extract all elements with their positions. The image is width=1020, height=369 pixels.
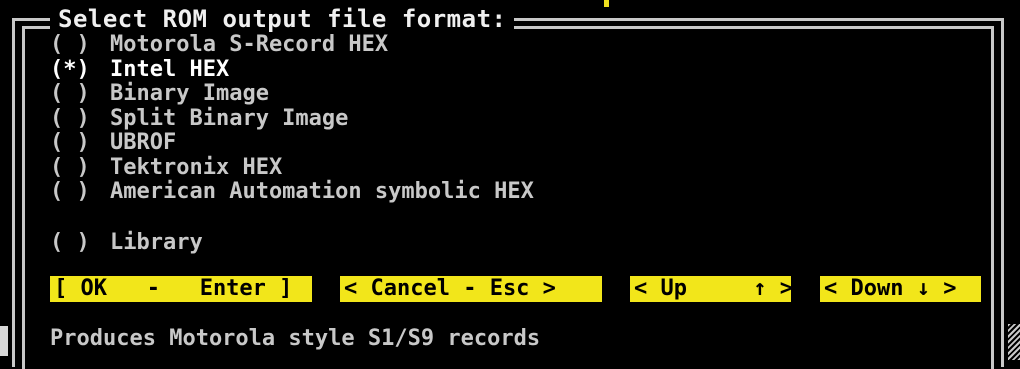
- radio-button[interactable]: ( ): [50, 131, 110, 155]
- option-label: Split Binary Image: [110, 105, 349, 131]
- radio-button[interactable]: ( ): [50, 33, 110, 57]
- option-label: Motorola S-Record HEX: [110, 32, 389, 58]
- ok-button-label: [ OK - Enter ]: [54, 276, 293, 301]
- option-american-automation-hex[interactable]: ( ) American Automation symbolic HEX: [50, 180, 534, 205]
- option-label: UBROF: [110, 130, 177, 156]
- option-label: Tektronix HEX: [110, 154, 283, 180]
- option-tektronix-hex[interactable]: ( ) Tektronix HEX: [50, 154, 534, 181]
- radio-button[interactable]: ( ): [50, 230, 110, 255]
- cancel-button[interactable]: < Cancel - Esc >: [340, 276, 602, 302]
- option-label: American Automation symbolic HEX: [110, 179, 534, 205]
- radio-button[interactable]: ( ): [50, 106, 110, 131]
- down-button-label: < Down ↓ >: [824, 276, 957, 301]
- up-button[interactable]: < Up ↑ >: [630, 276, 793, 302]
- radio-button[interactable]: ( ): [50, 82, 110, 106]
- down-button[interactable]: < Down ↓ >: [820, 276, 981, 302]
- option-ubrof[interactable]: ( ) UBROF: [50, 131, 534, 156]
- radio-button[interactable]: ( ): [50, 180, 110, 204]
- option-label: Intel HEX: [110, 56, 230, 82]
- option-split-binary-image[interactable]: ( ) Split Binary Image: [50, 105, 534, 132]
- cursor-mark: [604, 0, 609, 7]
- ok-button[interactable]: [ OK - Enter ]: [50, 276, 312, 302]
- option-binary-image[interactable]: ( ) Binary Image: [50, 82, 534, 107]
- up-button-label: < Up ↑ >: [634, 276, 793, 301]
- option-label: Library: [110, 229, 203, 255]
- status-hint: Produces Motorola style S1/S9 records: [50, 326, 541, 351]
- option-motorola-srecord[interactable]: ( ) Motorola S-Record HEX: [50, 33, 534, 58]
- radio-button[interactable]: ( ): [50, 155, 110, 180]
- left-edge-mark: [0, 326, 8, 356]
- scrollbar-thumb[interactable]: [1008, 324, 1020, 360]
- dialog-title: Select ROM output file format:: [50, 6, 515, 32]
- dos-screen: Select ROM output file format: ( ) Motor…: [0, 0, 1020, 369]
- radio-button-selected[interactable]: (*): [50, 57, 110, 82]
- cancel-button-label: < Cancel - Esc >: [344, 276, 556, 301]
- option-label: Binary Image: [110, 81, 269, 107]
- format-options-list: ( ) Motorola S-Record HEX (*) Intel HEX …: [50, 33, 534, 255]
- option-intel-hex[interactable]: (*) Intel HEX: [50, 56, 534, 83]
- option-library[interactable]: ( ) Library: [50, 229, 534, 256]
